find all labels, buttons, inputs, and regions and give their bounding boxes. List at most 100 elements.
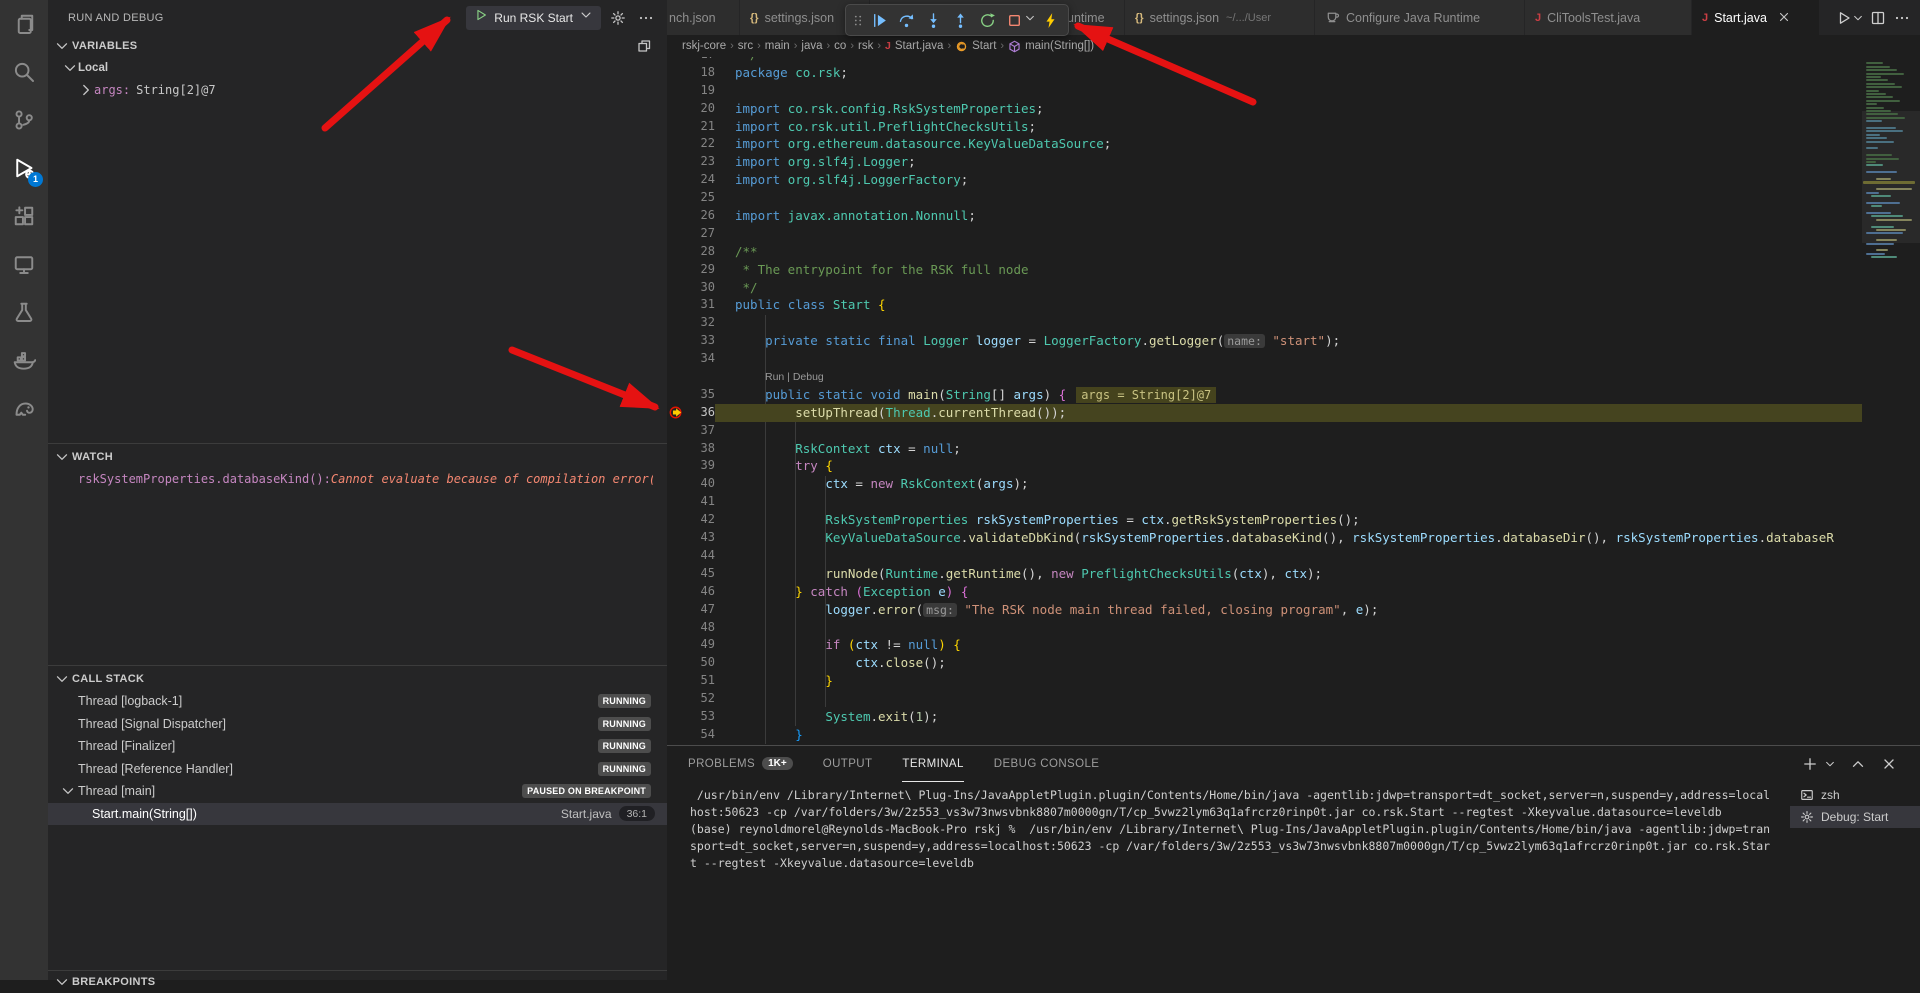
code-line-49[interactable]: 49 if (ctx != null) { — [667, 636, 1920, 654]
call-stack-thread[interactable]: Thread [Reference Handler]RUNNING — [48, 758, 667, 781]
tab-start-java[interactable]: JStart.java — [1692, 0, 1820, 35]
breadcrumb-segment[interactable]: co — [834, 40, 846, 52]
code-line-47[interactable]: 47 logger.error(msg: "The RSK node main … — [667, 601, 1920, 619]
code-line-24[interactable]: 24import org.slf4j.LoggerFactory; — [667, 171, 1920, 189]
breadcrumb-file[interactable]: Start.java — [895, 40, 944, 52]
code-line-27[interactable]: 27 — [667, 225, 1920, 243]
remote-explorer-icon[interactable] — [0, 240, 48, 288]
code-line-40[interactable]: 40 ctx = new RskContext(args); — [667, 475, 1920, 493]
run-file-button[interactable] — [1834, 8, 1854, 28]
tab-settings-json[interactable]: {}settings.json~/.../User — [1125, 0, 1315, 35]
code-line-36[interactable]: 36 setUpThread(Thread.currentThread()); — [667, 404, 1920, 422]
code-line-46[interactable]: 46 } catch (Exception e) { — [667, 583, 1920, 601]
chevron-down-icon[interactable] — [54, 671, 70, 687]
stack-frame-start-main[interactable]: Start.main(String[]) Start.java 36:1 — [48, 803, 667, 826]
run-and-debug-icon[interactable]: 1 — [0, 144, 48, 192]
code-line-39[interactable]: 39 try { — [667, 457, 1920, 475]
code-line-18[interactable]: 18package co.rsk; — [667, 64, 1920, 82]
panel-tab-terminal[interactable]: TERMINAL — [902, 746, 963, 782]
code-line-54[interactable]: 54 } — [667, 726, 1920, 744]
code-line-37[interactable]: 37 — [667, 422, 1920, 440]
more-actions-icon[interactable] — [635, 7, 657, 29]
code-line-35[interactable]: 35 public static void main(String[] args… — [667, 386, 1920, 404]
code-line-50[interactable]: 50 ctx.close(); — [667, 654, 1920, 672]
code-line-43[interactable]: 43 KeyValueDataSource.validateDbKind(rsk… — [667, 529, 1920, 547]
breadcrumb-class[interactable]: Start — [972, 40, 996, 52]
hot-code-replace-icon[interactable] — [1037, 7, 1063, 33]
code-line-28[interactable]: 28/** — [667, 243, 1920, 261]
search-icon[interactable] — [0, 48, 48, 96]
tab-clitoolstest-java[interactable]: JCliToolsTest.java — [1525, 0, 1692, 35]
code-line-52[interactable]: 52 — [667, 690, 1920, 708]
close-tab-icon[interactable] — [1777, 10, 1793, 26]
more-actions-icon[interactable] — [1892, 8, 1912, 28]
code-line-45[interactable]: 45 runNode(Runtime.getRuntime(), new Pre… — [667, 565, 1920, 583]
breakpoint-current-line-icon[interactable] — [667, 404, 686, 422]
code-line-23[interactable]: 23import org.slf4j.Logger; — [667, 153, 1920, 171]
gear-icon[interactable] — [607, 7, 629, 29]
code-line-53[interactable]: 53 System.exit(1); — [667, 708, 1920, 726]
launch-config-dropdown[interactable]: Run RSK Start — [466, 6, 601, 30]
debug-continue-button[interactable] — [866, 7, 892, 33]
maximize-panel-icon[interactable] — [1849, 755, 1867, 773]
debug-step-over-button[interactable] — [893, 7, 919, 33]
testing-icon[interactable] — [0, 288, 48, 336]
breadcrumb-method[interactable]: main(String[]) — [1025, 40, 1094, 52]
code-line-48[interactable]: 48 — [667, 619, 1920, 637]
breadcrumb-segment[interactable]: rskj-core — [682, 40, 726, 52]
code-line-29[interactable]: 29 * The entrypoint for the RSK full nod… — [667, 261, 1920, 279]
breadcrumb-segment[interactable]: rsk — [858, 40, 873, 52]
new-terminal-button[interactable] — [1801, 755, 1819, 773]
split-editor-button[interactable] — [1868, 8, 1888, 28]
code-line-21[interactable]: 21import co.rsk.util.PreflightChecksUtil… — [667, 118, 1920, 136]
call-stack-thread[interactable]: Thread [logback-1]RUNNING — [48, 690, 667, 713]
toolbar-drag-handle[interactable] — [851, 7, 865, 33]
terminal-output[interactable]: /usr/bin/env /Library/Internet\ Plug-Ins… — [690, 787, 1787, 872]
call-stack-thread[interactable]: Thread [main]PAUSED ON BREAKPOINT — [48, 780, 667, 803]
code-line-30[interactable]: 30 */ — [667, 279, 1920, 297]
tab-nch-json[interactable]: nch.json — [667, 0, 740, 35]
code-line-19[interactable]: 19 — [667, 82, 1920, 100]
files-icon[interactable] — [0, 0, 48, 48]
docker-icon[interactable] — [0, 336, 48, 384]
code-line-51[interactable]: 51 } — [667, 672, 1920, 690]
source-control-icon[interactable] — [0, 96, 48, 144]
code-line-32[interactable]: 32 — [667, 314, 1920, 332]
minimap[interactable] — [1862, 57, 1920, 745]
code-line-44[interactable]: 44 — [667, 547, 1920, 565]
panel-tab-debug-console[interactable]: DEBUG CONSOLE — [994, 746, 1100, 782]
chevron-down-icon[interactable] — [54, 974, 70, 990]
variable-args[interactable]: args: String[2]@7 — [48, 79, 667, 101]
code-editor[interactable]: 17 */18package co.rsk;1920import co.rsk.… — [667, 57, 1920, 745]
debug-step-out-button[interactable] — [947, 7, 973, 33]
code-line-34[interactable]: 34 — [667, 350, 1920, 368]
collapse-all-icon[interactable] — [633, 35, 655, 57]
code-line-31[interactable]: 31public class Start { — [667, 296, 1920, 314]
code-line-25[interactable]: 25 — [667, 189, 1920, 207]
code-line-33[interactable]: 33 private static final Logger logger = … — [667, 332, 1920, 350]
close-panel-icon[interactable] — [1880, 755, 1898, 773]
code-line-22[interactable]: 22import org.ethereum.datasource.KeyValu… — [667, 135, 1920, 153]
terminal-list-item-debug-start[interactable]: Debug: Start — [1790, 806, 1920, 828]
breadcrumb[interactable]: rskj-core›src›main›java›co›rsk›JStart.ja… — [667, 35, 1860, 57]
terminal-list-item-zsh[interactable]: zsh — [1790, 784, 1920, 806]
chevron-down-icon[interactable] — [1024, 11, 1036, 29]
code-line-26[interactable]: 26import javax.annotation.Nonnull; — [667, 207, 1920, 225]
breadcrumb-segment[interactable]: main — [765, 40, 790, 52]
call-stack-thread[interactable]: Thread [Finalizer]RUNNING — [48, 735, 667, 758]
terminal-picker-icon[interactable] — [1824, 755, 1836, 773]
debug-restart-button[interactable] — [974, 7, 1000, 33]
code-line-38[interactable]: 38 RskContext ctx = null; — [667, 440, 1920, 458]
breadcrumb-segment[interactable]: java — [801, 40, 822, 52]
code-line-42[interactable]: 42 RskSystemProperties rskSystemProperti… — [667, 511, 1920, 529]
codelens-run-debug[interactable]: Run | Debug — [667, 368, 1920, 386]
code-line-41[interactable]: 41 — [667, 493, 1920, 511]
code-line-20[interactable]: 20import co.rsk.config.RskSystemProperti… — [667, 100, 1920, 118]
panel-tab-output[interactable]: OUTPUT — [823, 746, 873, 782]
tab-configure-java-runtime[interactable]: Configure Java Runtime — [1315, 0, 1525, 35]
breadcrumb-segment[interactable]: src — [738, 40, 753, 52]
panel-tab-problems[interactable]: PROBLEMS1K+ — [688, 746, 793, 782]
variables-scope-local[interactable]: Local — [48, 57, 667, 79]
debug-step-into-button[interactable] — [920, 7, 946, 33]
run-dropdown-icon[interactable] — [1852, 8, 1864, 28]
